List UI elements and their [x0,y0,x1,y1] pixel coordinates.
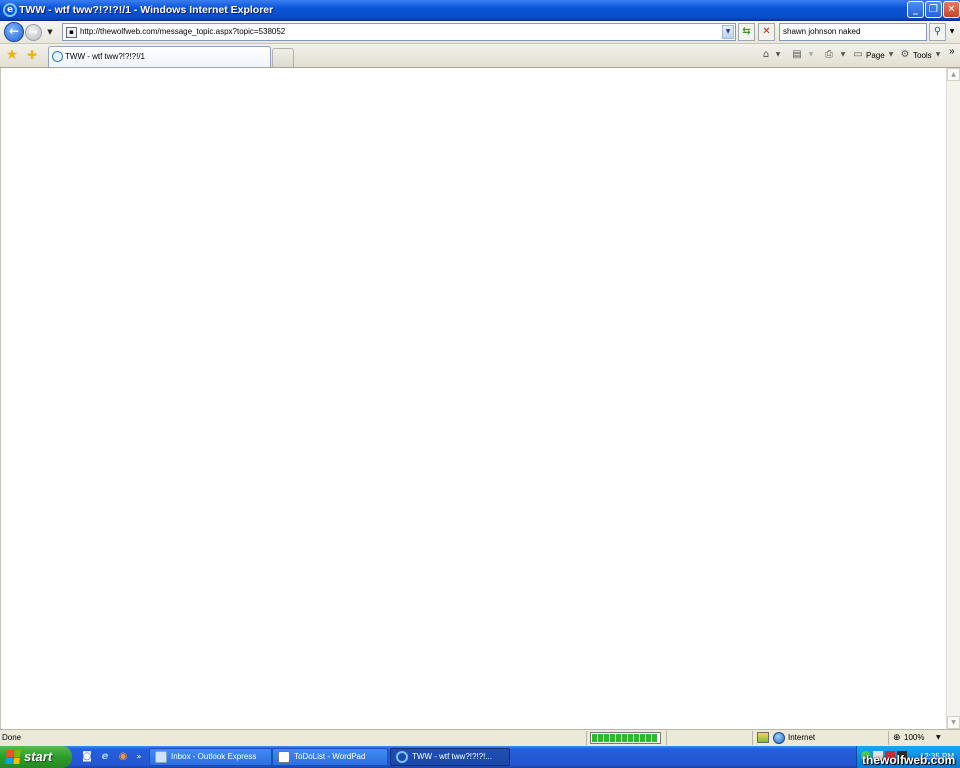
address-input[interactable]: http://thewolfweb.com/message_topic.aspx… [80,25,285,39]
quicklaunch-overflow-icon[interactable]: » [134,750,144,764]
zoom-icon[interactable]: ⊕ [893,731,901,745]
print-dropdown[interactable]: ▼ [838,48,848,62]
status-divider [666,731,667,745]
minimize-button[interactable]: _ [907,1,924,18]
add-favorites-icon[interactable]: ✚ [24,47,40,63]
new-tab-button[interactable] [272,48,294,67]
tab-twW-topic[interactable]: TWW - wtf tww?!?!?!/1 [48,46,271,67]
progress-segment [610,734,615,742]
taskbar-item-outlook-express[interactable]: Inbox - Outlook Express [149,748,272,766]
zoom-dropdown[interactable]: ▼ [936,731,941,745]
print-icon[interactable]: ⎙ [822,48,836,62]
wordpad-icon [278,751,290,763]
page-menu-button[interactable]: Page [866,48,885,64]
zoom-level[interactable]: 100% [904,731,924,745]
tools-menu-dropdown[interactable]: ▼ [933,48,943,62]
page-content-area[interactable] [0,68,946,729]
progress-segment [634,734,639,742]
forward-button[interactable]: → [25,24,42,41]
address-dropdown[interactable]: ▼ [722,25,734,39]
internet-explorer-quicklaunch-icon[interactable]: e [98,750,112,764]
internet-explorer-icon [396,751,408,763]
internet-zone-globe-icon[interactable] [773,732,785,744]
progress-segment [652,734,657,742]
progress-segment [616,734,621,742]
progress-segment [628,734,633,742]
status-divider [752,731,753,745]
outlook-express-icon [155,751,167,763]
close-button[interactable]: ✕ [943,1,960,18]
progress-segment [646,734,651,742]
status-bar: Done Internet ⊕ 100% ▼ [0,729,960,746]
search-icon[interactable]: ⚲ [929,23,946,41]
refresh-button[interactable]: ⇆ [738,23,755,41]
start-button[interactable]: start [0,746,72,768]
status-text: Done [2,733,22,742]
taskbar-item-wordpad[interactable]: ToDoList - WordPad [272,748,388,766]
search-input[interactable]: shawn johnson naked [783,25,860,39]
tools-menu-button[interactable]: Tools [913,48,932,64]
back-button[interactable]: ← [4,22,24,42]
address-bar[interactable]: ▪ http://thewolfweb.com/message_topic.as… [62,23,736,41]
scroll-down-button[interactable]: ▼ [947,716,960,729]
window-title: TWW - wtf tww?!?!?!/1 - Windows Internet… [19,4,274,16]
firefox-icon[interactable]: ◉ [116,750,130,764]
progress-bar [590,732,661,744]
gear-icon[interactable]: ⚙ [898,48,912,62]
internet-explorer-icon: e [3,3,17,17]
restore-button[interactable]: ❐ [925,1,942,18]
taskbar-item-internet-explorer[interactable]: TWW - wtf tww?!?!?!... [390,748,510,766]
status-divider [586,731,587,745]
security-zone-label[interactable]: Internet [788,731,815,745]
navigation-bar: ← → ▼ ▪ http://thewolfweb.com/message_to… [0,21,960,44]
vertical-scrollbar[interactable]: ▲ ▼ [946,68,960,729]
recent-pages-dropdown[interactable]: ▼ [45,26,55,38]
progress-segment [592,734,597,742]
stop-button[interactable]: ✕ [758,23,775,41]
progress-segment [604,734,609,742]
windows-logo-icon [5,750,21,764]
search-options-dropdown[interactable]: ▼ [946,23,958,41]
taskbar-item-label: ToDoList - WordPad [294,752,366,761]
show-desktop-icon[interactable]: ◙ [80,750,94,764]
protected-mode-icon[interactable] [757,732,769,743]
scroll-up-button[interactable]: ▲ [947,68,960,81]
chevron-overflow-icon[interactable]: » [949,44,955,60]
home-icon[interactable]: ⌂ [759,48,773,62]
tab-label: TWW - wtf tww?!?!?!/1 [65,52,146,61]
tab-page-icon [52,51,63,62]
taskbar-item-label: TWW - wtf tww?!?!?!... [412,752,493,761]
progress-segment [640,734,645,742]
feeds-dropdown[interactable]: ▼ [806,48,816,62]
status-divider [888,731,889,745]
search-box[interactable]: shawn johnson naked [779,23,927,41]
watermark: thewolfweb.com [862,753,956,767]
taskbar: start ◙ e ◉ » Inbox - Outlook Express To… [0,746,960,768]
taskbar-item-label: Inbox - Outlook Express [171,752,257,761]
page-menu-icon[interactable]: ▭ [851,48,865,62]
title-bar[interactable]: e TWW - wtf tww?!?!?!/1 - Windows Intern… [0,0,960,21]
home-dropdown[interactable]: ▼ [773,48,783,62]
feeds-icon[interactable]: ▤ [790,48,804,62]
progress-segment [622,734,627,742]
start-label: start [24,749,53,764]
progress-segment [598,734,603,742]
favorites-star-icon[interactable]: ★ [4,47,20,63]
page-icon: ▪ [66,27,77,38]
tab-bar: ★ ✚ TWW - wtf tww?!?!?!/1 ⌂ ▼ ▤ ▼ ⎙ ▼ ▭ … [0,44,960,68]
page-menu-dropdown[interactable]: ▼ [886,48,896,62]
